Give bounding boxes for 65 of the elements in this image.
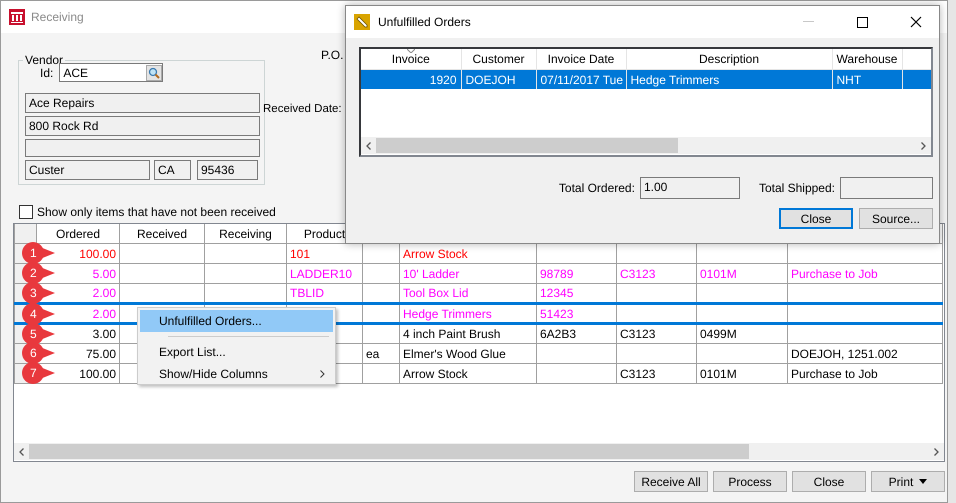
- checkbox-label: Show only items that have not been received: [37, 205, 276, 219]
- scroll-right-icon[interactable]: [921, 142, 926, 150]
- table-cell: Elmer's Wood Glue: [400, 344, 536, 364]
- table-cell: Hedge Trimmers: [400, 304, 536, 324]
- dialog-button[interactable]: Source...: [859, 208, 933, 229]
- column-header[interactable]: Ordered: [36, 224, 120, 244]
- table-cell: 1920: [361, 70, 461, 89]
- table-cell: Purchase to Job: [788, 264, 942, 284]
- total-ordered-label: Total Ordered:: [558, 181, 635, 195]
- table-cell: 0101M: [696, 264, 788, 284]
- column-header[interactable]: Receiving: [204, 224, 286, 244]
- table-cell: 51423: [536, 304, 616, 324]
- table-cell: 98789: [536, 264, 616, 284]
- received-date-label: Received Date:: [263, 103, 342, 115]
- scroll-left-icon[interactable]: [366, 142, 371, 150]
- id-field[interactable]: ACE: [59, 63, 164, 82]
- search-icon[interactable]: [146, 64, 162, 80]
- table-cell: DOEJOH: [461, 70, 536, 89]
- po-label: P.O.: [321, 48, 344, 62]
- table-cell: 07/11/2017 Tue: [536, 70, 626, 89]
- table-cell: 6A2B3: [536, 324, 616, 344]
- action-button[interactable]: Print: [871, 471, 945, 492]
- action-button[interactable]: Receive All: [634, 471, 708, 492]
- table-cell: C3123: [616, 264, 696, 284]
- app-logo-icon: [9, 9, 25, 25]
- close-icon[interactable]: [910, 16, 922, 28]
- table-cell: NHT: [832, 70, 902, 89]
- menu-item[interactable]: Export List...: [140, 341, 333, 363]
- table-cell: LADDER10: [286, 264, 362, 284]
- total-shipped-label: Total Shipped:: [758, 181, 835, 195]
- scroll-left-icon[interactable]: [19, 448, 24, 456]
- horizontal-scrollbar[interactable]: [14, 443, 944, 460]
- window-title: Receiving: [31, 10, 84, 24]
- maximize-icon[interactable]: [856, 16, 868, 28]
- id-label: Id:: [40, 66, 54, 80]
- checkbox[interactable]: [19, 205, 33, 219]
- table-cell: C3123: [616, 324, 696, 344]
- pencil-icon: [354, 14, 370, 30]
- table-cell: C3123: [616, 364, 696, 384]
- table-cell: Hedge Trimmers: [626, 70, 832, 89]
- table-cell: 0101M: [696, 364, 788, 384]
- table-cell: 4 inch Paint Brush: [400, 324, 536, 344]
- table-cell: Arrow Stock: [400, 364, 536, 384]
- horizontal-scrollbar[interactable]: [361, 137, 931, 154]
- state-field: CA: [154, 160, 191, 180]
- list-row[interactable]: 1920 DOEJOH 07/11/2017 Tue Hedge Trimmers NHT: [361, 70, 931, 89]
- action-button[interactable]: Process: [713, 471, 787, 492]
- action-button[interactable]: Close: [792, 471, 866, 492]
- dialog-title: Unfulfilled Orders: [378, 15, 472, 29]
- column-header[interactable]: Received: [120, 224, 204, 244]
- table-cell: DOEJOH, 1251.002: [788, 344, 942, 364]
- city-field: Custer: [25, 160, 150, 180]
- table-cell: 0499M: [696, 324, 788, 344]
- dialog-button[interactable]: Close: [779, 208, 853, 229]
- table-cell: Purchase to Job: [788, 364, 942, 384]
- table-cell: ea: [362, 344, 400, 364]
- vendor-name-field: Ace Repairs: [25, 93, 260, 113]
- address-field: 800 Rock Rd: [25, 116, 260, 136]
- total-ordered-field: 1.00: [640, 177, 740, 199]
- table-cell: 10' Ladder: [400, 264, 536, 284]
- menu-item[interactable]: Unfulfilled Orders...: [140, 310, 333, 332]
- zip-field: 95436: [197, 160, 258, 180]
- caret-icon: [919, 479, 928, 484]
- menu-item[interactable]: Show/Hide Columns: [140, 363, 333, 385]
- scroll-right-icon[interactable]: [934, 448, 939, 456]
